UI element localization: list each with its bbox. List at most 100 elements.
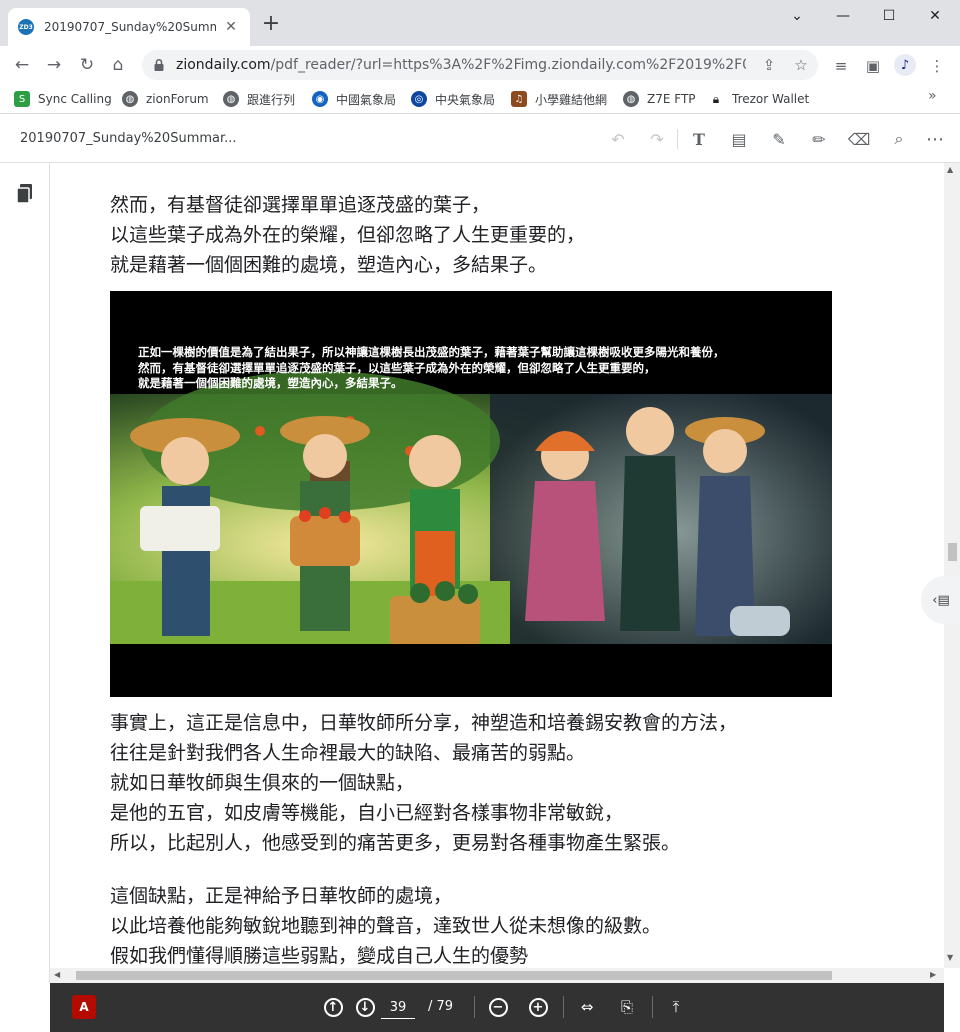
text-line: 所以，比起別人，他感受到的痛苦更多，更易對各種事物產生緊張。 xyxy=(110,832,681,854)
caption-line: 正如一棵樹的價值是為了結出果子，所以神讓這棵樹長出茂盛的葉子，藉著葉子幫助讓這棵… xyxy=(138,345,725,359)
acrobat-logo-icon: A xyxy=(72,995,96,1019)
pdf-viewer: 然而，有基督徒卻選擇單單追逐茂盛的葉子， 以這些葉子成為外在的榮耀，但卻忽略了人… xyxy=(0,163,960,983)
maximize-icon[interactable]: ☐ xyxy=(866,2,912,30)
browser-tab-active[interactable]: ZD3 20190707_Sunday%20Summar ✕ xyxy=(8,8,250,46)
globe-icon: ◍ xyxy=(223,91,239,107)
page-text-top: 然而，有基督徒卻選擇單單追逐茂盛的葉子， 以這些葉子成為外在的榮耀，但卻忽略了人… xyxy=(110,190,585,280)
zoom-out-icon[interactable]: − xyxy=(487,996,509,1018)
scroll-left-arrow-icon[interactable]: ◀ xyxy=(54,970,60,979)
previous-page-arrow-up-icon[interactable]: ↑ xyxy=(322,996,344,1018)
fit-width-icon[interactable]: ⇔ xyxy=(576,996,598,1018)
lock-icon: 🔒︎ xyxy=(708,91,724,107)
browser-toolbar: ← → ↻ ⌂ ziondaily.com/pdf_reader/?url=ht… xyxy=(0,46,960,84)
pdf-document-title: 20190707_Sunday%20Summar... xyxy=(20,131,237,146)
text-line: 這個缺點，正是神給予日華牧師的處境， xyxy=(110,885,453,907)
pdf-toolbar: 20190707_Sunday%20Summar... ↶ ↷ T ▤ ✎ ✏ … xyxy=(0,115,960,163)
toolbar-divider xyxy=(677,129,678,149)
vertical-scrollbar[interactable]: ▲ ▼ xyxy=(944,163,960,968)
bookmark-star-icon[interactable]: ☆ xyxy=(790,54,812,76)
tab-strip: ZD3 20190707_Sunday%20Summar ✕ + ⌄ — ☐ ✕ xyxy=(0,0,960,46)
bookmark-z7e-ftp[interactable]: ◍ Z7E FTP xyxy=(623,88,696,110)
total-pages: / 79 xyxy=(428,999,454,1014)
home-icon[interactable]: ⌂ xyxy=(104,51,132,79)
text-line: 假如我們懂得順勝這些弱點，變成自己人生的優勢 xyxy=(110,945,529,967)
bookmarks-bar: S Sync Calling ◍ zionForum ◍ 跟進行列 ◉ 中國氣象… xyxy=(0,84,960,114)
bookmark-cma[interactable]: ◉ 中國氣象局 xyxy=(312,88,396,110)
horizontal-scrollbar[interactable]: ◀ ▶ xyxy=(50,968,944,983)
page-text-bottom: 事實上，這正是信息中，日華牧師所分享，神塑造和培養錫安教會的方法， 往往是針對我… xyxy=(110,708,737,968)
pdf-side-panel xyxy=(0,163,50,983)
profile-avatar[interactable]: ♪ xyxy=(894,54,916,76)
horizontal-scroll-thumb[interactable] xyxy=(76,971,832,980)
forward-arrow-icon[interactable]: → xyxy=(40,51,68,79)
tab-search-chevron-down-icon[interactable]: ⌄ xyxy=(774,2,820,30)
lock-icon[interactable] xyxy=(152,58,166,72)
text-line: 是他的五官，如皮膚等機能，自小已經對各樣事物非常敏銳， xyxy=(110,802,624,824)
comment-icon[interactable]: ▤ xyxy=(727,127,751,151)
bookmark-zionforum[interactable]: ◍ zionForum xyxy=(122,88,209,110)
toolbar-divider xyxy=(652,996,653,1018)
download-tray-icon[interactable]: ⤒ xyxy=(665,996,687,1018)
bottom-left-margin xyxy=(0,983,50,1032)
cma-icon: ◉ xyxy=(312,91,328,107)
toolbar-divider xyxy=(563,996,564,1018)
bookmark-cwb[interactable]: ◎ 中央氣象局 xyxy=(411,88,495,110)
tab-title: 20190707_Sunday%20Summar xyxy=(44,20,216,34)
share-icon[interactable]: ⇪ xyxy=(758,54,780,76)
next-page-arrow-down-icon[interactable]: ↓ xyxy=(354,996,376,1018)
menu-kebab-icon[interactable]: ⋮ xyxy=(926,55,948,77)
cartoon-illustration: 正如一棵樹的價值是為了結出果子，所以神讓這棵樹長出茂盛的葉子，藉著葉子幫助讓這棵… xyxy=(110,291,832,697)
document-pages-icon[interactable] xyxy=(15,183,35,205)
toolbar-divider xyxy=(474,996,475,1018)
more-options-icon[interactable]: ⋯ xyxy=(923,127,947,151)
minimize-icon[interactable]: — xyxy=(820,2,866,30)
bookmark-trezor[interactable]: 🔒︎ Trezor Wallet xyxy=(708,88,809,110)
undo-icon[interactable]: ↶ xyxy=(606,127,630,151)
bookmark-guitar[interactable]: ♫ 小學雞結他網 xyxy=(511,88,607,110)
bookmark-follow-queue[interactable]: ◍ 跟進行列 xyxy=(223,88,295,110)
eraser-icon[interactable]: ⌫ xyxy=(847,127,871,151)
pdf-page: 然而，有基督徒卻選擇單單追逐茂盛的葉子， 以這些葉子成為外在的榮耀，但卻忽略了人… xyxy=(50,163,944,968)
bottom-right-margin xyxy=(944,983,960,1032)
cwb-icon: ◎ xyxy=(411,91,427,107)
new-tab-plus-icon[interactable]: + xyxy=(260,13,282,36)
sync-calling-icon: S xyxy=(14,91,30,107)
zoom-in-icon[interactable]: + xyxy=(527,996,549,1018)
tab-close-icon[interactable]: ✕ xyxy=(222,19,240,35)
scroll-right-arrow-icon[interactable]: ▶ xyxy=(930,970,936,979)
ziondaily-favicon-icon: ZD3 xyxy=(18,19,34,35)
text-line: 事實上，這正是信息中，日華牧師所分享，神塑造和培養錫安教會的方法， xyxy=(110,712,738,734)
rotate-page-icon[interactable]: ⎘ xyxy=(616,996,638,1018)
vertical-scroll-thumb[interactable] xyxy=(948,543,957,561)
text-line: 就如日華牧師與生俱來的一個缺點， xyxy=(110,772,415,794)
pdf-bottom-toolbar: A ↑ ↓ 39 / 79 − + ⇔ ⎘ ⤒ xyxy=(50,983,944,1032)
reload-icon[interactable]: ↻ xyxy=(73,51,101,79)
globe-icon: ◍ xyxy=(623,91,639,107)
guitar-icon: ♫ xyxy=(511,91,527,107)
address-bar[interactable]: ziondaily.com/pdf_reader/?url=https%3A%2… xyxy=(142,50,818,80)
bookmarks-overflow-chevron-icon[interactable]: » xyxy=(928,88,937,104)
media-control-icon[interactable]: ≡ xyxy=(830,55,852,77)
add-text-icon[interactable]: T xyxy=(687,127,711,151)
text-line: 以這些葉子成為外在的榮耀，但卻忽略了人生更重要的， xyxy=(110,224,586,246)
pen-icon[interactable]: ✏ xyxy=(807,127,831,151)
globe-icon: ◍ xyxy=(122,91,138,107)
bookmark-sync-calling[interactable]: S Sync Calling xyxy=(14,88,112,110)
highlighter-icon[interactable]: ✎ xyxy=(767,127,791,151)
caption-line: 就是藉著一個個困難的處境，塑造內心，多結果子。 xyxy=(138,376,403,390)
close-window-icon[interactable]: ✕ xyxy=(912,2,958,30)
scroll-up-arrow-icon[interactable]: ▲ xyxy=(947,165,953,174)
illustration-caption: 正如一棵樹的價值是為了結出果子，所以神讓這棵樹長出茂盛的葉子，藉著葉子幫助讓這棵… xyxy=(138,345,818,392)
side-panel-icon[interactable]: ▣ xyxy=(862,55,884,77)
redo-icon[interactable]: ↷ xyxy=(645,127,669,151)
back-arrow-icon[interactable]: ← xyxy=(8,51,36,79)
text-line: 往往是針對我們各人生命裡最大的缺陷、最痛苦的弱點。 xyxy=(110,742,586,764)
url-text[interactable]: ziondaily.com/pdf_reader/?url=https%3A%2… xyxy=(176,57,746,73)
scroll-down-arrow-icon[interactable]: ▼ xyxy=(947,953,953,962)
text-line: 就是藉著一個個困難的處境，塑造內心，多結果子。 xyxy=(110,254,548,276)
caption-line: 然而，有基督徒卻選擇單單追逐茂盛的葉子，以這些葉子成為外在的榮耀，但卻忽略了人生… xyxy=(138,360,656,375)
current-page-input[interactable]: 39 xyxy=(381,997,415,1019)
search-icon[interactable]: ⌕ xyxy=(887,127,911,151)
text-line: 以此培養他能夠敏銳地聽到神的聲音，達致世人從未想像的級數。 xyxy=(110,915,662,937)
